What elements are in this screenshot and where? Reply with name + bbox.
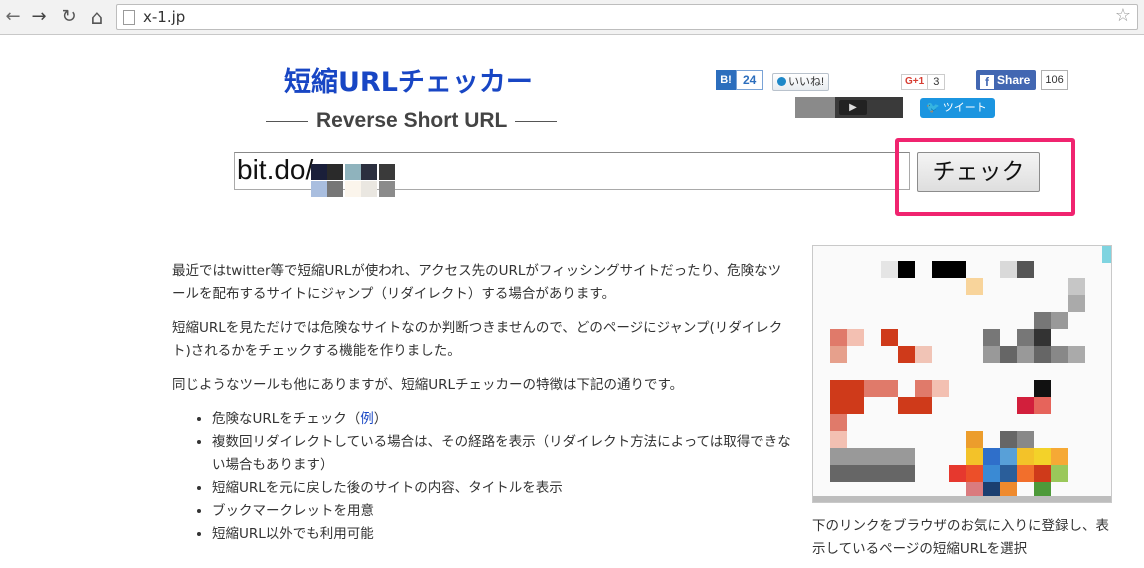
scrollbar[interactable]: [813, 496, 1111, 502]
google-plus-icon: G+1: [901, 74, 929, 90]
mixi-label: いいね!: [788, 76, 825, 88]
list-item: 短縮URL以外でも利用可能: [212, 523, 792, 546]
highlight-annotation: [895, 138, 1075, 216]
list-item: 短縮URLを元に戻した後のサイトの内容、タイトルを表示: [212, 477, 792, 500]
address-url[interactable]: x-1.jp: [143, 8, 185, 26]
forward-arrow-icon[interactable]: →: [28, 6, 50, 28]
purpose-paragraph: 短縮URLを見ただけでは危険なサイトなのか判断つきませんので、どのページにジャン…: [172, 320, 783, 359]
facebook-icon: f: [980, 75, 994, 89]
facebook-share-button[interactable]: f Share 106: [976, 70, 1068, 90]
page-title[interactable]: 短縮URLチェッカー: [284, 60, 533, 99]
subtitle-text: Reverse Short URL: [316, 109, 508, 132]
facebook-share[interactable]: f Share: [976, 70, 1037, 90]
twitter-bird-icon: 🐦: [926, 102, 940, 114]
page-subtitle: Reverse Short URL: [258, 109, 565, 133]
divider: [515, 120, 558, 122]
home-icon[interactable]: ⌂: [86, 6, 108, 28]
browser-toolbar: ← → ↻ ⌂ x-1.jp ☆: [0, 0, 1144, 35]
tweet-label: ツイート: [942, 102, 987, 114]
intro-paragraph: 最近ではtwitter等で短縮URLが使われ、アクセス先のURLがフィッシングサ…: [172, 263, 782, 302]
mixi-icon: [777, 77, 786, 86]
redacted-url-mosaic: [311, 148, 401, 198]
page-icon: [123, 10, 135, 25]
bookmark-star-icon[interactable]: ☆: [1115, 5, 1131, 26]
address-bar[interactable]: x-1.jp ☆: [116, 4, 1138, 30]
description: 最近ではtwitter等で短縮URLが使われ、アクセス先のURLがフィッシングサ…: [172, 260, 792, 546]
bookmarklet-screenshot: [812, 245, 1112, 503]
back-arrow-icon[interactable]: ←: [2, 6, 24, 28]
facebook-share-label: Share: [997, 73, 1031, 87]
play-icon[interactable]: ▶: [839, 100, 867, 115]
video-preview-image: [795, 97, 835, 118]
short-url-value[interactable]: bit.do/: [237, 154, 313, 186]
feature-list: 危険なURLをチェック（例） 複数回リダイレクトしている場合は、その経路を表示（…: [172, 408, 792, 546]
reload-icon[interactable]: ↻: [58, 6, 80, 28]
hatena-count: 24: [736, 70, 764, 90]
google-plus-count: 3: [928, 74, 946, 90]
hatena-bookmark-button[interactable]: B! 24: [716, 70, 764, 90]
facebook-count: 106: [1041, 70, 1068, 90]
features-intro: 同じようなツールも他にありますが、短縮URLチェッカーの特徴は下記の通りです。: [172, 377, 684, 393]
bookmarklet-instructions: 下のリンクをブラウザのお気に入りに登録し、表示しているページの短縮URLを選択: [812, 518, 1109, 557]
google-plus-button[interactable]: G+1 3: [901, 74, 946, 90]
list-item: ブックマークレットを用意: [212, 500, 792, 523]
list-item: 複数回リダイレクトしている場合は、その経路を表示（リダイレクト方法によっては取得…: [212, 431, 792, 477]
example-link[interactable]: 例: [360, 411, 374, 427]
hatena-logo-icon: B!: [716, 70, 736, 90]
tweet-button[interactable]: 🐦 ツイート: [920, 98, 995, 118]
list-item: 危険なURLをチェック（例）: [212, 408, 792, 431]
video-thumbnail[interactable]: ▶: [795, 97, 903, 118]
divider: [266, 120, 308, 122]
mixi-like-button[interactable]: いいね!: [772, 73, 830, 91]
